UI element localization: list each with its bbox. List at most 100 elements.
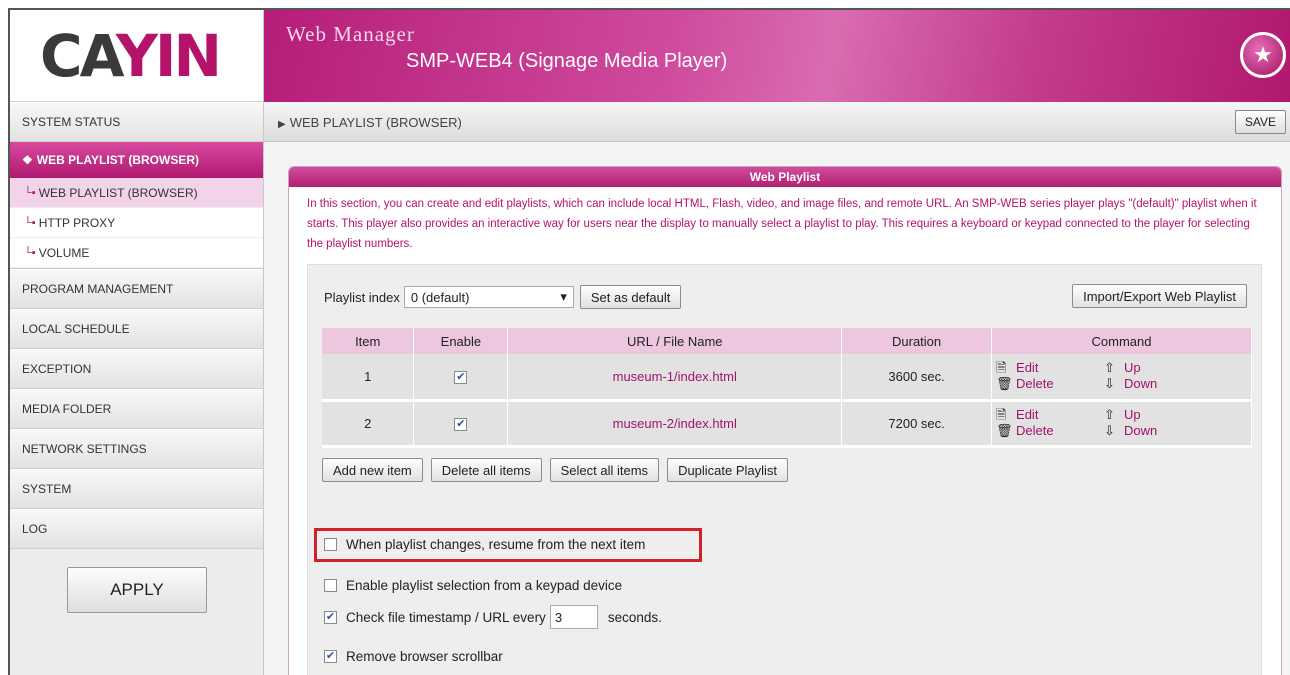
resume-next-checkbox[interactable] [324, 538, 337, 551]
header-banner: Web Manager SMP-WEB4 (Signage Media Play… [264, 10, 1290, 102]
sidebar-item-label: NETWORK SETTINGS [22, 442, 147, 456]
breadcrumb-bar: ▶ WEB PLAYLIST (BROWSER) SAVE [264, 102, 1290, 142]
down-arrow-icon[interactable]: ⇩ [1104, 376, 1124, 392]
item-number: 2 [322, 400, 415, 448]
enable-cell: ✔ [413, 354, 509, 402]
sidebar-item-local-schedule[interactable]: LOCAL SCHEDULE [10, 309, 263, 349]
sub-arrow-icon: └▪ [24, 216, 36, 229]
panel-title: Web Playlist [289, 167, 1281, 187]
enable-cell: ✔ [413, 400, 509, 448]
select-all-items-button[interactable]: Select all items [549, 458, 660, 482]
dropdown-arrow-icon: ▾ [560, 289, 567, 304]
option-keypad: Enable playlist selection from a keypad … [324, 578, 622, 593]
table-header-row: Item Enable URL / File Name Duration Com… [322, 328, 1252, 354]
playlist-actions: Add new item Delete all items Select all… [322, 458, 789, 482]
option-scrollbar: ✔ Remove browser scrollbar [324, 649, 503, 664]
sub-arrow-icon: └▪ [24, 246, 36, 259]
subitem-web-playlist[interactable]: └▪ WEB PLAYLIST (BROWSER) [10, 178, 263, 208]
timestamp-seconds-input[interactable]: 3 [549, 605, 598, 629]
edit-icon[interactable]: 🗎 [996, 360, 1016, 376]
keypad-label: Enable playlist selection from a keypad … [346, 578, 623, 593]
main-content: ▶ WEB PLAYLIST (BROWSER) SAVE Web Playlis… [264, 102, 1290, 675]
enable-checkbox[interactable]: ✔ [454, 370, 468, 384]
subitem-label: VOLUME [38, 245, 90, 260]
subitem-volume[interactable]: └▪ VOLUME [10, 238, 263, 268]
edit-link[interactable]: Edit [1016, 360, 1104, 376]
sidebar-submenu: └▪ WEB PLAYLIST (BROWSER) └▪ HTTP PROXY └▪… [10, 178, 263, 269]
url-link[interactable]: museum-2/index.html [507, 400, 843, 448]
down-link[interactable]: Down [1124, 423, 1174, 439]
apply-button[interactable]: APPLY [67, 567, 207, 613]
playlist-index-label: Playlist index [324, 289, 400, 305]
timestamp-label: Check file timestamp / URL every [346, 609, 546, 625]
sidebar-item-log[interactable]: LOG [10, 509, 263, 549]
playlist-editor: Playlist index 0 (default) ▾ Set as defau… [307, 264, 1262, 675]
table-row: 1 ✔ museum-1/index.html 3600 sec. 🗎 Edit … [322, 354, 1252, 402]
logo-area: CAYIN [10, 10, 263, 102]
header-title: Web Manager [286, 22, 415, 46]
duration: 3600 sec. [841, 354, 993, 402]
col-enable: Enable [413, 328, 509, 354]
resume-next-label: When playlist changes, resume from the n… [346, 537, 646, 552]
down-link[interactable]: Down [1124, 376, 1174, 392]
import-export-button[interactable]: Import/Export Web Playlist [1072, 284, 1247, 308]
sidebar-item-program-management[interactable]: PROGRAM MANAGEMENT [10, 269, 263, 309]
keypad-checkbox[interactable] [324, 579, 337, 592]
trash-icon[interactable]: 🗑 [996, 376, 1016, 392]
sub-arrow-icon: └▪ [24, 186, 36, 199]
scrollbar-checkbox[interactable]: ✔ [324, 650, 337, 663]
down-arrow-icon[interactable]: ⇩ [1104, 423, 1124, 439]
logo-text-a: CA [40, 22, 119, 90]
magic-wand-icon: ★ [1240, 32, 1286, 78]
trash-icon[interactable]: 🗑 [996, 423, 1016, 439]
up-arrow-icon[interactable]: ⇧ [1104, 360, 1124, 376]
sidebar-item-label: PROGRAM MANAGEMENT [22, 282, 174, 296]
up-arrow-icon[interactable]: ⇧ [1104, 407, 1124, 423]
enable-checkbox[interactable]: ✔ [454, 417, 468, 431]
sidebar-item-label: MEDIA FOLDER [22, 402, 112, 416]
sidebar-item-label: LOCAL SCHEDULE [22, 322, 130, 336]
sidebar-item-exception[interactable]: EXCEPTION [10, 349, 263, 389]
duplicate-playlist-button[interactable]: Duplicate Playlist [667, 458, 789, 482]
item-number: 1 [322, 354, 415, 402]
edit-link[interactable]: Edit [1016, 407, 1104, 423]
sidebar-item-network-settings[interactable]: NETWORK SETTINGS [10, 429, 263, 469]
delete-all-items-button[interactable]: Delete all items [430, 458, 542, 482]
timestamp-checkbox[interactable]: ✔ [324, 610, 337, 624]
command-cell: 🗎 Edit ⇧ Up 🗑 Delete ⇩ Down [991, 354, 1252, 402]
edit-icon[interactable]: 🗎 [996, 407, 1016, 423]
up-link[interactable]: Up [1124, 360, 1174, 376]
active-marker-icon: ❖ [22, 153, 33, 167]
timestamp-unit-label: seconds. [607, 609, 662, 625]
sidebar-item-system[interactable]: SYSTEM [10, 469, 263, 509]
save-button[interactable]: SAVE [1234, 110, 1286, 134]
sidebar-item-media-folder[interactable]: MEDIA FOLDER [10, 389, 263, 429]
col-duration: Duration [841, 328, 993, 354]
col-url: URL / File Name [507, 328, 843, 354]
header-subtitle: SMP-WEB4 (Signage Media Player) [406, 50, 728, 72]
breadcrumb-text: WEB PLAYLIST (BROWSER) [289, 115, 462, 130]
subitem-label: WEB PLAYLIST (BROWSER) [38, 185, 198, 200]
sidebar-item-label: EXCEPTION [22, 362, 92, 376]
option-resume-next: When playlist changes, resume from the n… [324, 537, 645, 552]
subitem-label: HTTP PROXY [38, 215, 116, 230]
app-window: CAYIN SYSTEM STATUS ❖ WEB PLAYLIST (BROWS… [8, 8, 1290, 675]
sidebar-item-label: SYSTEM STATUS [22, 115, 121, 129]
sidebar-item-web-playlist[interactable]: ❖ WEB PLAYLIST (BROWSER) [10, 142, 263, 178]
playlist-table: Item Enable URL / File Name Duration Com… [322, 328, 1252, 448]
add-new-item-button[interactable]: Add new item [322, 458, 423, 482]
col-item: Item [322, 328, 415, 354]
set-as-default-button[interactable]: Set as default [579, 285, 682, 309]
scrollbar-label: Remove browser scrollbar [346, 649, 503, 664]
delete-link[interactable]: Delete [1016, 376, 1104, 392]
sidebar-item-system-status[interactable]: SYSTEM STATUS [10, 102, 263, 142]
option-timestamp: ✔ Check file timestamp / URL every 3 sec… [324, 605, 662, 629]
playlist-index-select[interactable]: 0 (default) ▾ [403, 286, 574, 308]
playlist-index-row: Playlist index 0 (default) ▾ Set as defau… [324, 285, 682, 309]
delete-link[interactable]: Delete [1016, 423, 1104, 439]
up-link[interactable]: Up [1124, 407, 1174, 423]
apply-area: APPLY [10, 549, 263, 613]
command-cell: 🗎 Edit ⇧ Up 🗑 Delete ⇩ Down [991, 400, 1252, 448]
subitem-http-proxy[interactable]: └▪ HTTP PROXY [10, 208, 263, 238]
url-link[interactable]: museum-1/index.html [507, 354, 843, 402]
